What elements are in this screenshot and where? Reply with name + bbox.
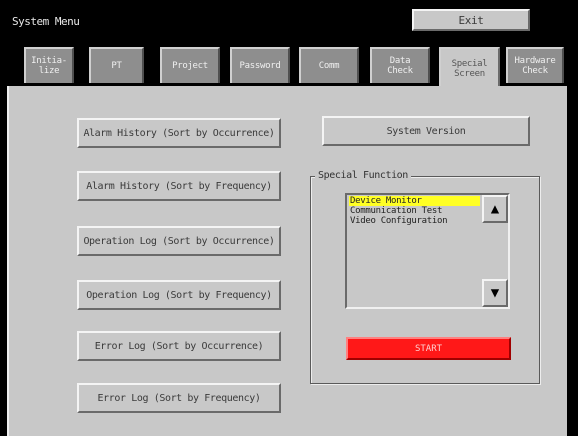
scroll-up-button[interactable]: ▲	[482, 195, 508, 223]
start-button[interactable]: START	[346, 337, 511, 360]
special-function-listbox[interactable]: Device Monitor Communication Test Video …	[345, 193, 510, 309]
list-item-communication-test[interactable]: Communication Test	[349, 206, 480, 216]
tab-initialize[interactable]: Initia- lize	[24, 47, 74, 83]
tab-password[interactable]: Password	[230, 47, 290, 83]
operation-log-occurrence-button[interactable]: Operation Log (Sort by Occurrence)	[77, 226, 281, 256]
special-function-label: Special Function	[315, 170, 411, 181]
alarm-history-occurrence-button[interactable]: Alarm History (Sort by Occurrence)	[77, 118, 281, 148]
list-items: Device Monitor Communication Test Video …	[349, 196, 480, 226]
tab-special-screen[interactable]: Special Screen	[439, 47, 500, 89]
operation-log-frequency-button[interactable]: Operation Log (Sort by Frequency)	[77, 280, 281, 310]
tab-hardware-check[interactable]: Hardware Check	[506, 47, 564, 83]
system-version-button[interactable]: System Version	[322, 116, 530, 146]
down-arrow-icon: ▼	[490, 285, 500, 301]
error-log-frequency-button[interactable]: Error Log (Sort by Frequency)	[77, 383, 281, 413]
exit-button[interactable]: Exit	[412, 9, 530, 31]
window-title: System Menu	[12, 15, 80, 28]
tab-data-check[interactable]: Data Check	[370, 47, 430, 83]
error-log-occurrence-button[interactable]: Error Log (Sort by Occurrence)	[77, 331, 281, 361]
tab-pt[interactable]: PT	[89, 47, 144, 83]
alarm-history-frequency-button[interactable]: Alarm History (Sort by Frequency)	[77, 171, 281, 201]
tab-project[interactable]: Project	[160, 47, 220, 83]
scroll-down-button[interactable]: ▼	[482, 279, 508, 307]
scrollbar[interactable]: ▲ ▼	[482, 195, 508, 307]
up-arrow-icon: ▲	[490, 201, 500, 217]
list-item-device-monitor[interactable]: Device Monitor	[349, 196, 480, 206]
list-item-video-configuration[interactable]: Video Configuration	[349, 216, 480, 226]
tab-comm[interactable]: Comm	[299, 47, 359, 83]
